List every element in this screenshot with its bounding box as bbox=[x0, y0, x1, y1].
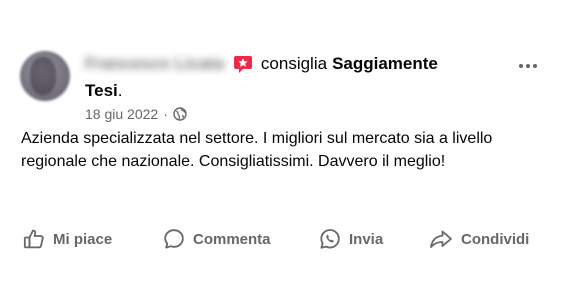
thumbs-up-icon bbox=[22, 227, 53, 251]
avatar-silhouette bbox=[30, 57, 56, 95]
whatsapp-icon bbox=[318, 227, 349, 251]
meta-separator: · bbox=[163, 106, 168, 122]
more-dot bbox=[533, 64, 537, 68]
post-body: Azienda specializzata nel settore. I mig… bbox=[21, 130, 493, 170]
page-name-continued[interactable]: Tesi. bbox=[85, 80, 123, 102]
author-name[interactable]: Francesco Licata bbox=[85, 54, 224, 74]
share-label: Condividi bbox=[461, 230, 530, 248]
post-date[interactable]: 18 giu 2022 bbox=[85, 106, 158, 122]
like-button[interactable]: Mi piace bbox=[22, 225, 112, 253]
avatar[interactable] bbox=[20, 51, 70, 101]
share-button[interactable]: Condividi bbox=[428, 225, 529, 253]
recommend-verb: consiglia bbox=[260, 54, 328, 73]
post-header: Francesco Licata consiglia Saggiamente bbox=[85, 52, 438, 76]
more-options-button[interactable] bbox=[513, 58, 543, 74]
post-meta: 18 giu 2022 · bbox=[85, 106, 187, 122]
comment-icon bbox=[162, 227, 193, 251]
send-label: Invia bbox=[349, 230, 384, 248]
comment-button[interactable]: Commenta bbox=[162, 225, 271, 253]
comment-label: Commenta bbox=[193, 230, 271, 248]
review-post: Francesco Licata consiglia Saggiamente T… bbox=[0, 0, 563, 300]
recommendation-icon bbox=[233, 54, 253, 74]
page-name-part2: Tesi bbox=[85, 81, 118, 100]
globe-icon[interactable] bbox=[173, 107, 187, 121]
send-whatsapp-button[interactable]: Invia bbox=[318, 225, 383, 253]
like-label: Mi piace bbox=[53, 230, 113, 248]
page-name-period: . bbox=[117, 81, 123, 100]
share-arrow-icon bbox=[428, 227, 461, 251]
more-dot bbox=[519, 64, 523, 68]
post-actions: Mi piace Commenta Invia Condividi bbox=[0, 225, 563, 253]
more-dot bbox=[526, 64, 530, 68]
page-name-link[interactable]: Saggiamente bbox=[332, 54, 438, 74]
